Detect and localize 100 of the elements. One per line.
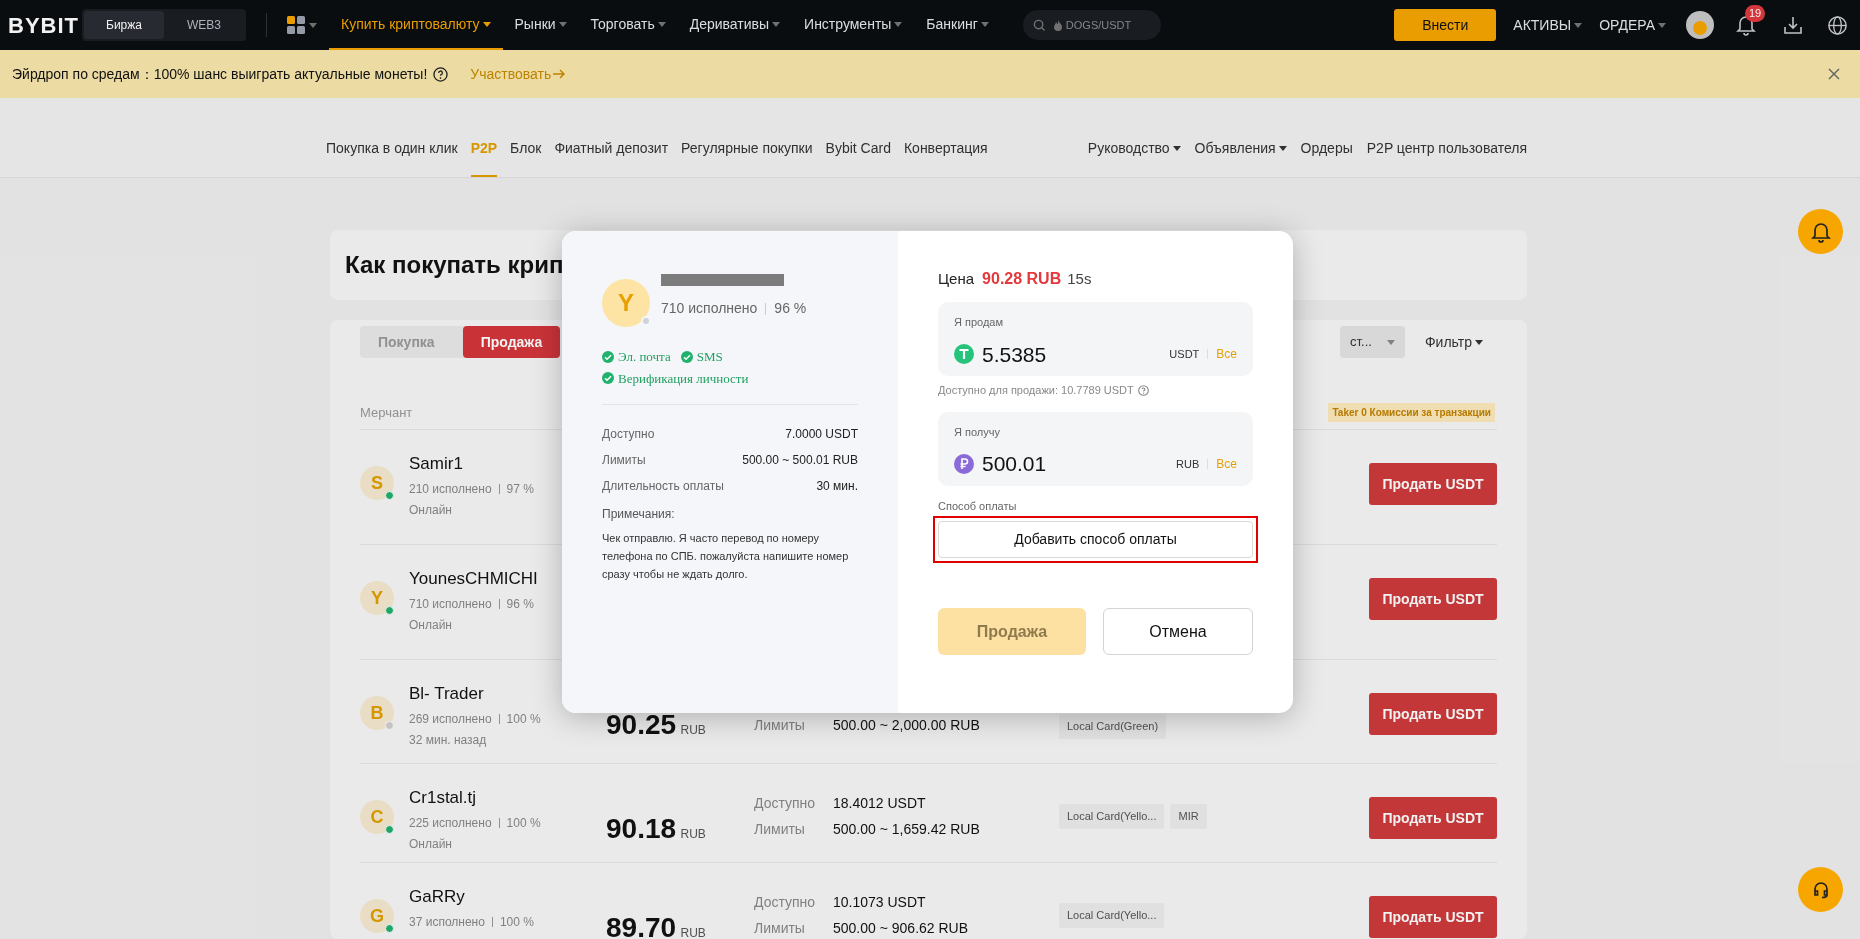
mode-tab[interactable]: Биржа	[84, 11, 164, 39]
deposit-button[interactable]: Внести	[1394, 9, 1497, 41]
caret-icon	[772, 21, 781, 27]
merchant-name[interactable]: Bl- Trader	[409, 682, 541, 706]
sell-button[interactable]: Продать USDT	[1369, 578, 1497, 620]
order-count: 710 исполнено	[409, 596, 492, 613]
price-timer: 15s	[1067, 269, 1092, 289]
nav-menu-item[interactable]: Торговать	[578, 0, 678, 50]
payment-tag: Local Card(Yello...	[1059, 903, 1165, 928]
limits-label: Лимиты	[754, 918, 806, 938]
amount-field[interactable]: Я продам 5.5385 USDT Все	[938, 302, 1253, 376]
completion-rate: 100 %	[506, 815, 541, 832]
merchant-name[interactable]: Cr1stal.tj	[409, 786, 541, 810]
sell-button[interactable]: Продать USDT	[1369, 797, 1497, 839]
merchant-name[interactable]: Samir1	[409, 452, 534, 476]
account-menu-item[interactable]: ОРДЕРА	[1599, 14, 1666, 36]
currency-code: RUB	[1176, 456, 1200, 472]
search-input[interactable]: DOGS/USDT	[1065, 16, 1146, 34]
merchant-avatar: Y	[360, 581, 394, 615]
currency-code: USDT	[1169, 347, 1200, 362]
limits-label: Лимиты	[754, 819, 806, 839]
banner-text: Эйрдроп по средам：100% шанс выиграть актуальные монеты!	[12, 64, 428, 84]
sub-nav-tab[interactable]: Конвертация	[903, 125, 988, 177]
add-payment-method-button[interactable]: Добавить способ оплаты	[938, 521, 1253, 558]
merchant-avatar: Y	[602, 279, 650, 327]
limits-range: 500.00 ~ 2,000.00 RUB	[833, 715, 980, 735]
merchant-name[interactable]: GaRRy	[409, 885, 534, 909]
globe-icon[interactable]	[1827, 14, 1848, 36]
completion-rate: 100 %	[499, 914, 534, 931]
detail-value: 30 мин.	[816, 478, 858, 495]
caret-icon	[657, 21, 666, 27]
payment-tag: Local Card(Yello...	[1059, 804, 1165, 829]
detail-label: Длительность оплаты	[602, 478, 724, 495]
completion-rate: 100 %	[506, 711, 541, 728]
verification-label: Верификация личности	[618, 369, 749, 388]
merchant-avatar: G	[360, 899, 394, 933]
sub-nav-tab[interactable]: Регулярные покупки	[681, 125, 813, 177]
filter-button[interactable]: Фильтр	[1424, 331, 1483, 353]
mode-tab[interactable]: WEB3	[164, 11, 244, 39]
side-tab[interactable]: Продажа	[462, 326, 561, 358]
nav-menu-item[interactable]: Инструменты	[792, 0, 915, 50]
sub-nav-tab[interactable]: Блок	[510, 125, 542, 177]
available-amount: 18.4012 USDT	[833, 793, 926, 813]
available-label: Доступно	[754, 892, 817, 912]
available-note: Доступно для продажи: 10.7789 USDT	[938, 383, 1134, 398]
dialog-action-button[interactable]: Отмена	[1103, 608, 1253, 655]
sub-nav-link[interactable]: Ордеры	[1300, 125, 1353, 177]
logo[interactable]: BYBIT	[8, 8, 80, 42]
verification-label: SMS	[696, 348, 723, 366]
caret-icon	[980, 21, 989, 27]
check-icon	[602, 350, 614, 363]
sub-nav-tab[interactable]: Фиатный депозит	[554, 125, 669, 177]
nav-menu-item[interactable]: Банкинг	[914, 0, 1001, 50]
help-icon[interactable]	[433, 66, 449, 82]
limits-label: Лимиты	[754, 715, 806, 735]
order-count: 37 исполнено	[409, 914, 485, 931]
download-icon[interactable]	[1783, 15, 1803, 35]
merchant-avatar: B	[360, 696, 394, 730]
sub-nav-link[interactable]: Объявления	[1194, 125, 1287, 177]
sub-nav-tab[interactable]: Покупка в один клик	[326, 125, 458, 177]
caret-icon	[482, 21, 491, 27]
account-menu-item[interactable]: АКТИВЫ	[1513, 14, 1583, 36]
sell-button[interactable]: Продать USDT	[1369, 463, 1497, 505]
caret-icon	[1574, 22, 1583, 28]
nav-menu-item[interactable]: Рынки	[502, 0, 579, 50]
sub-nav-link[interactable]: Руководство	[1087, 125, 1181, 177]
caret-icon	[1475, 339, 1483, 345]
caret-icon	[1278, 145, 1287, 151]
apps-icon[interactable]	[287, 16, 317, 34]
search-icon	[1032, 18, 1046, 32]
support-float-button[interactable]	[1798, 867, 1843, 912]
guide-title: Как покупать крип	[345, 250, 564, 280]
amount-field[interactable]: Я получу 500.01 RUB Все	[938, 411, 1253, 486]
sub-nav-tab[interactable]: Bybit Card	[825, 125, 891, 177]
order-count: 225 исполнено	[409, 815, 492, 832]
notification-float-button[interactable]	[1798, 209, 1843, 254]
amount-value: 500.01	[982, 451, 1047, 477]
available-amount: 10.1073 USDT	[833, 892, 926, 912]
filter-dropdown[interactable]: ст...	[1340, 326, 1405, 358]
detail-label: Лимиты	[602, 452, 646, 469]
order-count: 269 исполнено	[409, 711, 492, 728]
limits-range: 500.00 ~ 906.62 RUB	[833, 918, 969, 938]
sell-button[interactable]: Продать USDT	[1369, 693, 1497, 735]
sell-button[interactable]: Продать USDT	[1369, 896, 1497, 938]
merchant-status: Онлайн	[409, 836, 453, 853]
search-field[interactable]: DOGS/USDT	[1022, 10, 1161, 40]
caret-icon	[1172, 145, 1181, 151]
close-icon[interactable]	[1828, 68, 1840, 80]
check-icon	[602, 372, 614, 385]
notification-badge: 19	[1745, 5, 1766, 22]
merchant-status: Онлайн	[409, 617, 453, 634]
nav-menu-item[interactable]: Деривативы	[677, 0, 793, 50]
completion-rate: 96 %	[774, 299, 807, 318]
merchant-name[interactable]: YounesCHMICHI	[409, 567, 538, 591]
sub-nav-link[interactable]: P2P центр пользователя	[1366, 125, 1527, 177]
notes-text: Чек отправлю. Я часто перевод по номеру телефона по СПБ. пожалуйста напишите номер сразу чтобы не ждать долго.	[602, 531, 850, 582]
payment-tag: MIR	[1170, 804, 1207, 829]
check-icon	[680, 350, 693, 363]
user-avatar[interactable]	[1686, 11, 1714, 39]
tether-icon	[954, 344, 974, 365]
